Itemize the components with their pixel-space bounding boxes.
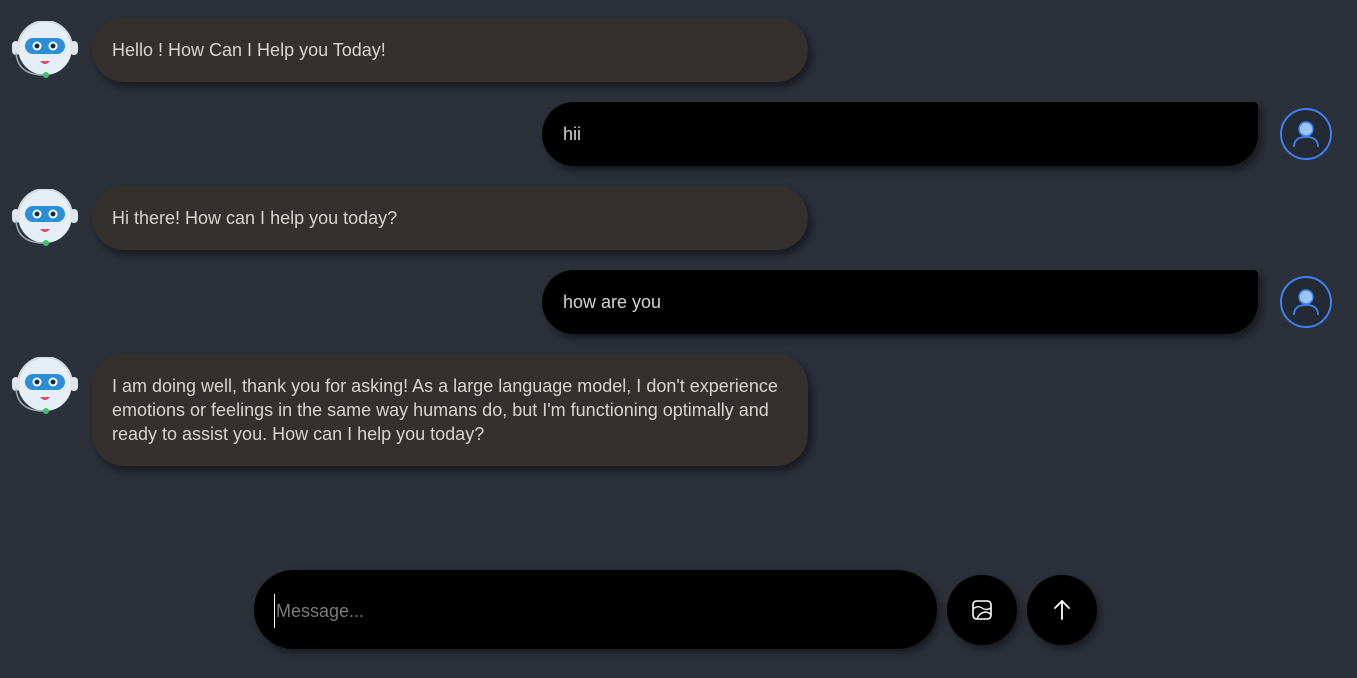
bot-avatar-icon xyxy=(12,188,78,249)
chat-app: Hello ! How Can I Help you Today! hii Hi… xyxy=(0,0,1357,678)
bot-message-bubble: Hi there! How can I help you today? xyxy=(92,186,808,250)
bot-message-bubble: Hello ! How Can I Help you Today! xyxy=(92,18,808,82)
attach-image-button[interactable] xyxy=(947,575,1017,645)
message-input[interactable] xyxy=(274,594,908,628)
user-avatar-icon xyxy=(1279,275,1333,329)
user-avatar-icon xyxy=(1279,107,1333,161)
send-button[interactable] xyxy=(1027,575,1097,645)
arrow-up-icon xyxy=(1054,600,1070,620)
user-message-text: how are you xyxy=(563,292,662,312)
user-message-text: hii xyxy=(563,124,582,144)
bot-message-text: Hello ! How Can I Help you Today! xyxy=(112,40,386,60)
bot-message-text: Hi there! How can I help you today? xyxy=(112,208,398,228)
bot-message-text: I am doing well, thank you for asking! A… xyxy=(112,376,778,444)
user-message-bubble: hii xyxy=(542,102,1258,166)
image-icon xyxy=(972,600,992,620)
message-composer xyxy=(254,570,937,649)
bot-avatar-icon xyxy=(12,20,78,81)
bot-message-bubble: I am doing well, thank you for asking! A… xyxy=(92,354,808,466)
bot-avatar-icon xyxy=(12,356,78,417)
user-message-bubble: how are you xyxy=(542,270,1258,334)
